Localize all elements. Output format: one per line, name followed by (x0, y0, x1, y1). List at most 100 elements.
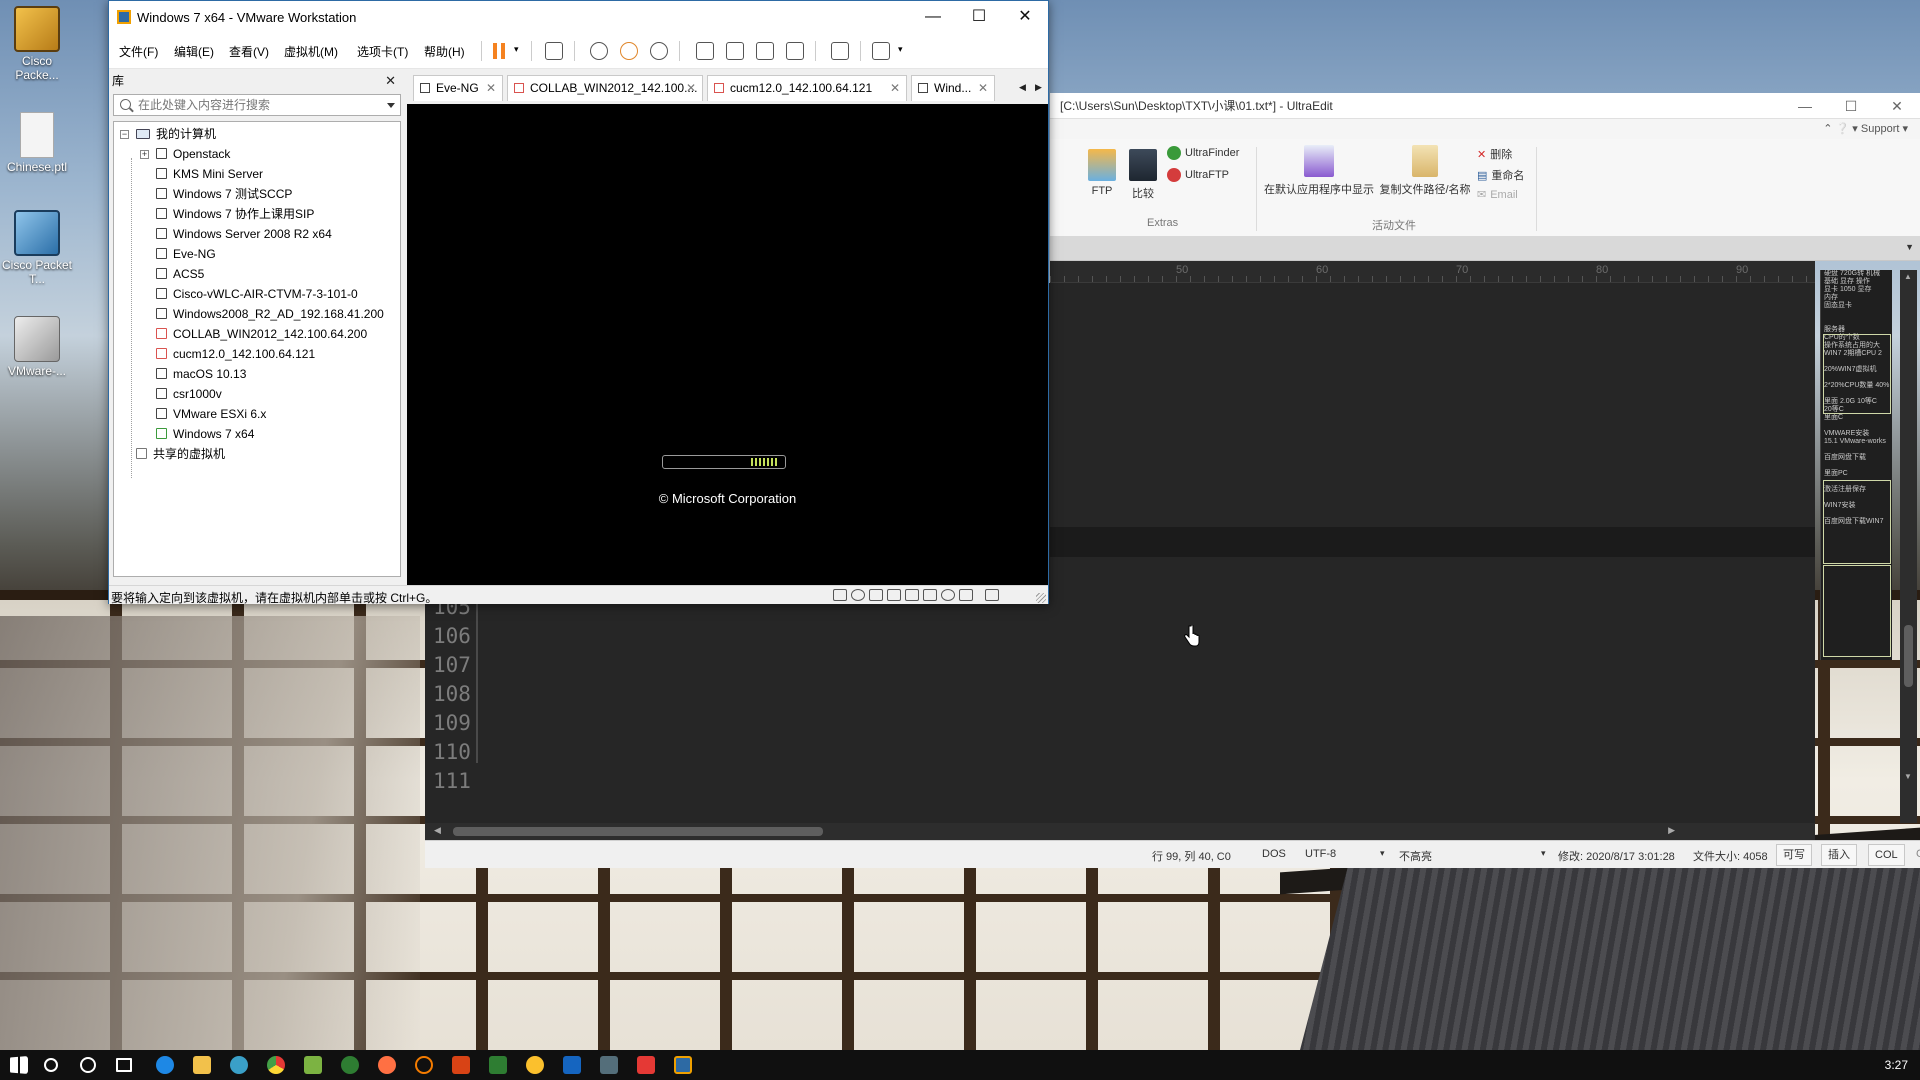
app-icon[interactable] (230, 1056, 248, 1074)
app-icon[interactable] (304, 1056, 322, 1074)
tree-item-my-computer[interactable]: − 我的计算机 (120, 124, 216, 144)
display-icon[interactable] (959, 589, 973, 601)
close-icon[interactable]: ✕ (1874, 93, 1920, 119)
task-view-icon[interactable] (116, 1058, 132, 1072)
tree-item-vm[interactable]: VMware ESXi 6.x (156, 404, 266, 424)
highlight-mode[interactable]: 不高亮 (1399, 848, 1432, 864)
app-icon[interactable] (489, 1056, 507, 1074)
close-tab-icon[interactable]: ✕ (890, 76, 900, 100)
firefox-icon[interactable] (378, 1056, 396, 1074)
close-tab-icon[interactable]: ✕ (486, 76, 496, 100)
thumbnail-bar-icon[interactable] (726, 42, 744, 60)
tree-item-vm[interactable]: Windows 7 协作上课用SIP (156, 204, 314, 224)
column-mode-toggle[interactable]: COL (1868, 844, 1905, 866)
email-button[interactable]: ✉ Email (1477, 188, 1518, 201)
expand-icon[interactable]: + (140, 150, 149, 159)
support-menu[interactable]: ⌃ ❔ ▾ Support ▾ (1823, 122, 1908, 135)
minimize-icon[interactable]: — (1782, 93, 1828, 119)
stretch-dropdown-icon[interactable]: ▾ (898, 44, 903, 55)
maximize-icon[interactable]: ☐ (956, 1, 1002, 33)
tab-eve-ng[interactable]: Eve-NG ✕ (413, 75, 503, 101)
maximize-icon[interactable]: ☐ (1828, 93, 1874, 119)
search-dropdown-icon[interactable] (387, 103, 395, 108)
search-input[interactable] (138, 97, 378, 113)
network-adapter-icon[interactable] (887, 589, 901, 601)
vertical-scroll-thumb[interactable] (1904, 625, 1913, 687)
menu-vm[interactable]: 虚拟机(M) (284, 43, 338, 60)
console-icon[interactable] (831, 42, 849, 60)
start-icon[interactable] (10, 1056, 28, 1074)
app-icon[interactable] (600, 1056, 618, 1074)
desktop-icon-chinese-ptl[interactable]: Chinese.ptl (0, 112, 74, 174)
show-library-icon[interactable] (696, 42, 714, 60)
close-tab-icon[interactable]: ✕ (978, 76, 988, 100)
menu-edit[interactable]: 编辑(E) (174, 43, 214, 60)
tree-item-vm[interactable]: Windows2008_R2_AD_192.168.41.200 (156, 304, 384, 324)
cd-dvd-icon[interactable] (851, 589, 865, 601)
tab-windows-7[interactable]: Wind... ✕ (911, 75, 995, 101)
show-in-default-app-button[interactable]: 在默认应用程序中显示 (1263, 145, 1375, 197)
tree-item-vm[interactable]: Cisco-vWLC-AIR-CTVM-7-3-101-0 (156, 284, 358, 304)
ultraedit-titlebar[interactable]: [C:\Users\Sun\Desktop\TXT\小课\01.txt*] - … (1050, 93, 1920, 119)
search-icon[interactable] (44, 1058, 58, 1072)
app-icon[interactable] (526, 1056, 544, 1074)
tab-scroll-right-icon[interactable]: ▶ (1035, 82, 1042, 93)
tree-item-vm[interactable]: Eve-NG (156, 244, 216, 264)
floppy-icon[interactable] (869, 589, 883, 601)
tree-item-vm[interactable]: ACS5 (156, 264, 204, 284)
desktop-icon-cisco-packet-tracer[interactable]: Cisco Packe... (0, 6, 74, 82)
word-icon[interactable] (563, 1056, 581, 1074)
edge-icon[interactable] (156, 1056, 174, 1074)
resize-grip-icon[interactable] (1036, 593, 1046, 603)
tree-item-vm[interactable]: Windows 7 测试SCCP (156, 184, 292, 204)
tab-collab[interactable]: COLLAB_WIN2012_142.100.... ✕ (507, 75, 703, 101)
writable-toggle[interactable]: 可写 (1776, 844, 1812, 866)
file-explorer-icon[interactable] (193, 1056, 211, 1074)
clock[interactable]: 3:27 (1885, 1058, 1908, 1072)
highlight-dropdown-icon[interactable]: ▾ (1541, 848, 1546, 859)
hard-disk-icon[interactable] (833, 589, 847, 601)
tree-item-vm[interactable]: macOS 10.13 (156, 364, 246, 384)
close-tab-icon[interactable]: ✕ (686, 76, 696, 100)
library-search[interactable] (113, 94, 401, 116)
scroll-right-icon[interactable]: ▶ (1668, 825, 1675, 836)
minimize-icon[interactable]: — (910, 1, 956, 33)
vm-console-screen[interactable]: © Microsoft Corporation (407, 104, 1048, 585)
horizontal-scrollbar[interactable]: ◀ ▶ (425, 823, 1815, 840)
compare-button[interactable]: 比较 (1126, 149, 1160, 201)
app-icon[interactable] (637, 1056, 655, 1074)
cortana-icon[interactable] (80, 1057, 96, 1073)
menu-help[interactable]: 帮助(H) (424, 43, 465, 60)
close-icon[interactable]: ✕ (1002, 1, 1048, 33)
menu-tabs[interactable]: 选项卡(T) (357, 43, 408, 60)
ultrafinder-button[interactable]: UltraFinder (1167, 146, 1239, 160)
unity-icon[interactable] (786, 42, 804, 60)
line-ending[interactable]: DOS (1262, 848, 1286, 860)
vmware-taskbar-icon[interactable] (674, 1056, 692, 1074)
insert-mode-toggle[interactable]: 插入 (1821, 844, 1857, 866)
ftp-button[interactable]: FTP (1085, 149, 1119, 197)
powerpoint-icon[interactable] (452, 1056, 470, 1074)
chrome-icon[interactable] (267, 1056, 285, 1074)
delete-button[interactable]: ✕ 删除 (1477, 146, 1512, 162)
printer-icon[interactable] (905, 589, 919, 601)
ultraftp-button[interactable]: UltraFTP (1167, 168, 1229, 182)
horizontal-scroll-thumb[interactable] (453, 827, 823, 836)
search-app-icon[interactable] (415, 1056, 433, 1074)
tree-item-vm[interactable]: csr1000v (156, 384, 222, 404)
tab-list-dropdown-icon[interactable]: ▼ (1905, 242, 1914, 252)
encoding-dropdown-icon[interactable]: ▾ (1380, 848, 1385, 859)
vertical-scrollbar[interactable]: ▲ ▼ (1900, 270, 1917, 823)
tab-cucm[interactable]: cucm12.0_142.100.64.121 ✕ (707, 75, 907, 101)
pause-icon[interactable] (493, 43, 505, 59)
menu-file[interactable]: 文件(F) (119, 43, 158, 60)
vmware-titlebar[interactable]: Windows 7 x64 - VMware Workstation — ☐ ✕ (109, 1, 1048, 33)
minimap[interactable]: 硬盘 720G转 机械 基础 显存 操作 显卡 1050 显存 内存 固态显卡 服务器 C… (1820, 270, 1892, 660)
wechat-icon[interactable] (341, 1056, 359, 1074)
tree-item-vm[interactable]: COLLAB_WIN2012_142.100.64.200 (156, 324, 367, 344)
scroll-up-icon[interactable]: ▲ (1904, 272, 1912, 281)
revert-snapshot-icon[interactable] (620, 42, 638, 60)
tab-scroll-left-icon[interactable]: ◀ (1019, 82, 1026, 93)
tree-item-vm[interactable]: + Openstack (140, 144, 230, 164)
encoding[interactable]: UTF-8 (1305, 848, 1336, 860)
